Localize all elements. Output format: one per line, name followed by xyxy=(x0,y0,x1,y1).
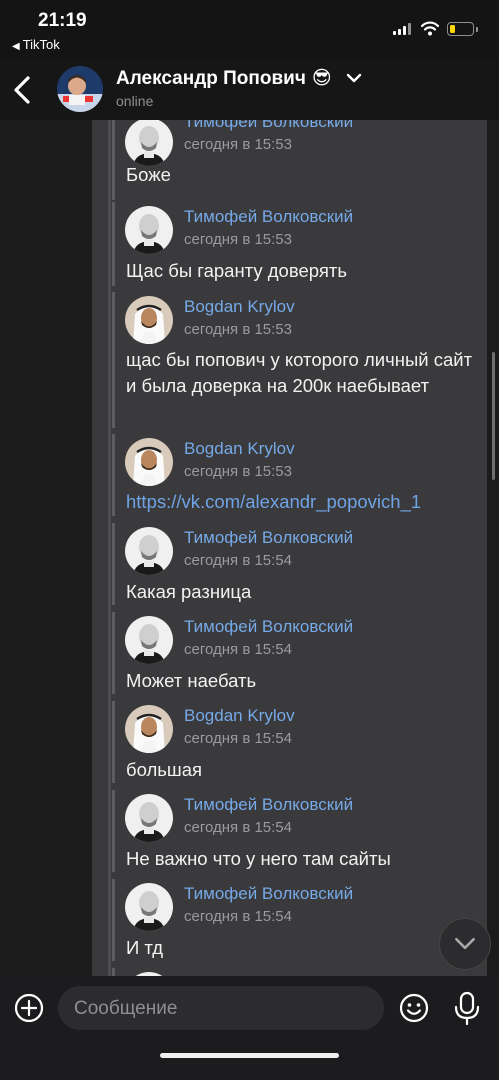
message-author[interactable]: Bogdan Krylov xyxy=(184,706,295,726)
online-status: online xyxy=(116,93,154,109)
message-time: сегодня в 15:54 xyxy=(184,641,292,658)
message-time: сегодня в 15:53 xyxy=(184,321,292,338)
forwarded-message[interactable]: Тимофей Волковский сегодня в 15:54 И тд xyxy=(112,879,485,961)
message-list[interactable]: Тимофей Волковский сегодня в 15:53 Боже … xyxy=(0,120,499,976)
message-text: щас бы попович у которого личный сайт и … xyxy=(126,349,473,396)
right-margin xyxy=(487,120,499,976)
chat-title[interactable]: Александр Попович 😎 xyxy=(116,67,332,90)
message-text: Щас бы гаранту доверять xyxy=(126,260,347,281)
avatar[interactable] xyxy=(125,616,173,664)
message-author[interactable]: Bogdan Krylov xyxy=(184,439,295,459)
message-author[interactable]: Тимофей Волковский xyxy=(184,528,353,548)
plus-circle-icon[interactable] xyxy=(13,992,45,1024)
forwarded-message[interactable]: Bogdan Krylov сегодня в 15:54 большая xyxy=(112,701,485,783)
avatar[interactable] xyxy=(125,527,173,575)
message-time: сегодня в 15:53 xyxy=(184,136,292,153)
avatar[interactable] xyxy=(125,296,173,344)
avatar[interactable] xyxy=(57,66,103,112)
forward-quote-line xyxy=(108,120,111,976)
microphone-icon[interactable] xyxy=(451,990,483,1026)
left-margin xyxy=(0,120,92,976)
message-author[interactable]: Тимофей Волковский xyxy=(184,884,353,904)
status-bar: 21:19 ◀ TikTok xyxy=(0,0,499,58)
wifi-icon xyxy=(421,21,439,36)
message-time: сегодня в 15:54 xyxy=(184,819,292,836)
chevron-down-icon xyxy=(455,937,475,950)
avatar[interactable] xyxy=(125,206,173,254)
forwarded-message[interactable]: Bogdan Krylov сегодня в 15:53 щас бы поп… xyxy=(112,292,485,428)
message-author[interactable]: Тимофей Волковский xyxy=(184,795,353,815)
smiley-icon[interactable] xyxy=(398,992,430,1024)
chat-name-text: Александр Попович xyxy=(116,68,306,89)
message-author[interactable]: Bogdan Krylov xyxy=(184,297,295,317)
message-time: сегодня в 15:54 xyxy=(184,908,292,925)
message-time: сегодня в 15:53 xyxy=(184,231,292,248)
avatar[interactable] xyxy=(125,794,173,842)
message-input-wrap[interactable] xyxy=(58,986,384,1032)
message-input[interactable] xyxy=(72,986,376,1032)
forwarded-message[interactable]: Тимофей Волковский сегодня в 15:54 Какая… xyxy=(112,523,485,605)
battery-icon xyxy=(447,22,474,36)
message-author[interactable]: Тимофей Волковский xyxy=(184,617,353,637)
message-text: Какая разница xyxy=(126,581,252,602)
chevron-down-icon[interactable] xyxy=(346,72,362,84)
message-text: Не важно что у него там сайты xyxy=(126,848,391,869)
forwarded-message[interactable]: Тимофей Волковский сегодня в 15:53 Боже xyxy=(112,120,485,200)
home-indicator xyxy=(160,1053,339,1058)
back-triangle-icon: ◀ xyxy=(12,41,20,52)
back-to-app-link[interactable]: ◀ TikTok xyxy=(12,37,60,52)
avatar[interactable] xyxy=(125,883,173,931)
message-text: Боже xyxy=(126,164,171,185)
forwarded-message[interactable]: Bogdan Krylov сегодня в 15:53 https://vk… xyxy=(112,434,485,516)
message-time: сегодня в 15:54 xyxy=(184,730,292,747)
message-link[interactable]: https://vk.com/alexandr_popovich_1 xyxy=(126,489,476,515)
sunglasses-emoji: 😎 xyxy=(311,68,332,89)
status-time: 21:19 xyxy=(38,10,87,31)
message-author[interactable]: Тимофей Волковский xyxy=(184,120,353,132)
avatar[interactable] xyxy=(125,438,173,486)
forwarded-message[interactable]: Тимофей Волковский сегодня в 15:54 Может… xyxy=(112,612,485,694)
message-time: сегодня в 15:54 xyxy=(184,552,292,569)
message-author[interactable]: Тимофей Волковский xyxy=(184,207,353,227)
forwarded-message[interactable]: Тимофей Волковский сегодня в 15:54 Не ва… xyxy=(112,790,485,872)
signal-icon xyxy=(393,23,413,35)
message-text: И тд xyxy=(126,937,164,958)
message-composer xyxy=(0,976,499,1080)
message-text: большая xyxy=(126,759,203,780)
chevron-left-icon[interactable] xyxy=(8,70,40,110)
message-time: сегодня в 15:53 xyxy=(184,463,292,480)
avatar[interactable] xyxy=(125,120,173,166)
forwarded-message[interactable]: Тимофей Волковский сегодня в 15:53 Щас б… xyxy=(112,202,485,286)
forwarded-message[interactable] xyxy=(112,968,485,976)
back-app-label: TikTok xyxy=(22,37,60,52)
scrollbar[interactable] xyxy=(492,352,495,480)
avatar[interactable] xyxy=(125,705,173,753)
chat-header: Александр Попович 😎 online xyxy=(0,58,499,120)
battery-cap xyxy=(476,27,478,32)
scroll-down-button[interactable] xyxy=(439,918,491,970)
message-text: Может наебать xyxy=(126,670,257,691)
